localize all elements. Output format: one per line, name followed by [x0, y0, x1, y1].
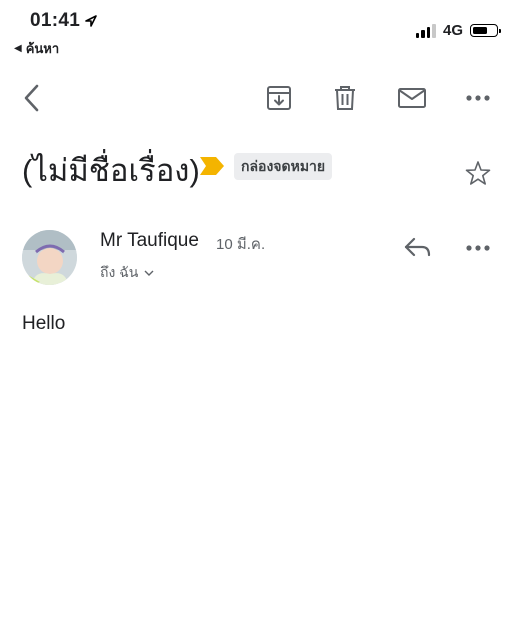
message-more-button[interactable] — [464, 238, 492, 258]
back-triangle-icon: ◀ — [14, 43, 22, 54]
more-options-button[interactable] — [464, 88, 492, 108]
avatar-image — [22, 230, 77, 285]
message-body: Hello — [22, 313, 66, 334]
more-vert-icon — [466, 95, 490, 101]
status-time-text: 01:41 — [30, 10, 81, 31]
network-type: 4G — [442, 22, 463, 39]
location-arrow-icon — [85, 15, 97, 27]
sender-name: Mr Taufique — [100, 230, 199, 251]
back-button[interactable] — [18, 84, 46, 112]
email-subject: (ไม่มีชื่อเรื่อง) — [22, 153, 200, 188]
more-vert-icon — [466, 245, 490, 251]
archive-icon — [267, 86, 291, 110]
chevron-down-icon — [144, 270, 154, 276]
reply-button[interactable] — [403, 233, 433, 261]
mark-unread-button[interactable] — [396, 84, 428, 112]
reply-icon — [404, 237, 431, 257]
status-time: 01:41 — [30, 10, 98, 32]
message-date: 10 มี.ค. — [216, 236, 266, 253]
mark-unread-icon — [398, 88, 426, 108]
battery-fill — [473, 27, 488, 34]
back-to-app[interactable]: ◀ ค้นหา — [14, 38, 59, 59]
sender-avatar[interactable] — [22, 230, 77, 285]
delete-button[interactable] — [331, 84, 359, 112]
recipients-label: ถึง ฉัน — [100, 264, 139, 280]
back-app-label: ค้นหา — [25, 41, 60, 56]
status-indicators: 4G — [415, 22, 501, 39]
archive-button[interactable] — [264, 84, 294, 112]
back-arrow-icon — [24, 84, 39, 112]
recipients-toggle[interactable]: ถึง ฉัน — [100, 262, 154, 284]
inbox-label-chip[interactable]: กล่องจดหมาย — [234, 153, 333, 180]
star-icon — [465, 161, 491, 185]
battery-icon — [470, 24, 501, 37]
importance-marker-icon[interactable] — [200, 157, 224, 175]
star-button[interactable] — [464, 159, 492, 187]
delete-icon — [335, 86, 355, 110]
signal-icon — [415, 23, 436, 38]
